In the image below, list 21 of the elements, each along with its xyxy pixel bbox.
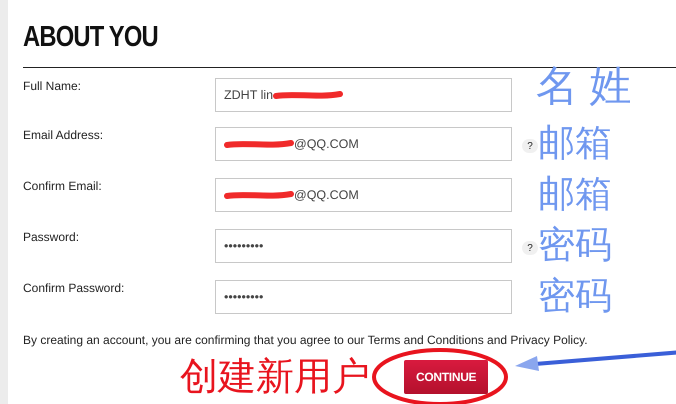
field-label: Password: [23,229,80,244]
input-field[interactable]: ZDHT lin [215,78,512,112]
continue-button[interactable]: CONTINUE [404,360,488,394]
annotation-text: 密码 [538,225,613,265]
input-field[interactable]: ••••••••• [215,229,512,263]
annotation-text: 密码 [538,276,613,316]
field-label: Email Address: [23,127,104,142]
field-label: Confirm Password: [23,280,126,295]
input-field[interactable]: @QQ.COM [215,127,512,161]
annotation-text: 邮箱 [538,123,613,163]
annotation-text: 创建新用户 [180,355,370,399]
input-field[interactable]: ••••••••• [215,280,512,314]
input-field[interactable]: @QQ.COM [215,178,512,212]
field-label: Full Name: [23,78,82,93]
field-label: Confirm Email: [23,178,103,193]
page-heading: ABOUT YOU [23,20,158,55]
help-icon[interactable]: ? [522,139,538,153]
help-icon[interactable]: ? [522,241,538,255]
annotation-text: 邮箱 [538,174,613,214]
annotation-text: 名 姓 [536,64,633,108]
terms-text: By creating an account, you are confirming that you agree to our Terms and Conditions and Privacy Policy. [23,333,589,347]
